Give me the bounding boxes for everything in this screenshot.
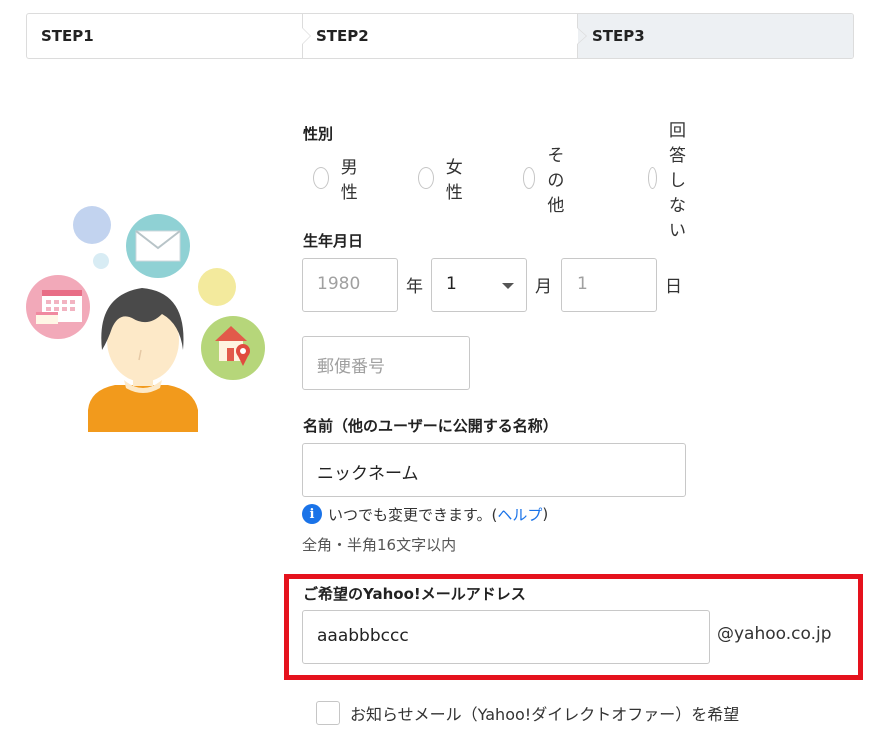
gender-option-female[interactable]: 女性 bbox=[418, 158, 469, 203]
gender-option-label: 回答しない bbox=[669, 120, 687, 241]
email-address-value: aaabbbccc bbox=[317, 626, 409, 646]
step-divider-chevron bbox=[577, 14, 589, 58]
gender-option-label: 男性 bbox=[340, 158, 358, 203]
step-1: STEP1 bbox=[41, 27, 94, 45]
gender-option-male[interactable]: 男性 bbox=[313, 158, 364, 203]
gender-option-label: 女性 bbox=[445, 158, 463, 203]
nickname-label: 名前（他のユーザーに公開する名称） bbox=[303, 417, 558, 435]
mail-icon bbox=[126, 214, 190, 278]
year-unit: 年 bbox=[406, 277, 423, 297]
month-unit: 月 bbox=[535, 277, 552, 297]
house-location-icon bbox=[201, 316, 265, 380]
day-unit: 日 bbox=[665, 277, 682, 297]
person-avatar bbox=[88, 288, 198, 432]
birth-year-input[interactable]: 1980 bbox=[302, 258, 398, 312]
info-text-close: ) bbox=[542, 505, 549, 523]
gender-option-label: その他 bbox=[547, 145, 565, 216]
email-label: ご希望のYahoo!メールアドレス bbox=[303, 585, 526, 603]
step-3-current: STEP3 bbox=[578, 14, 853, 58]
help-link[interactable]: ヘルプ bbox=[497, 504, 542, 525]
radio-button[interactable] bbox=[523, 167, 536, 189]
nickname-length-note: 全角・半角16文字以内 bbox=[302, 536, 457, 554]
newsletter-label: お知らせメール（Yahoo!ダイレクトオファー）を希望 bbox=[350, 705, 740, 724]
step-divider-chevron bbox=[302, 14, 314, 58]
birth-year-placeholder: 1980 bbox=[317, 274, 361, 294]
email-domain: @yahoo.co.jp bbox=[717, 624, 832, 644]
nickname-info: i いつでも変更できます。( ヘルプ ) bbox=[302, 503, 548, 525]
info-icon: i bbox=[302, 504, 322, 524]
newsletter-option[interactable]: お知らせメール（Yahoo!ダイレクトオファー）を希望 bbox=[316, 700, 739, 726]
gender-option-other[interactable]: その他 bbox=[523, 146, 574, 216]
gender-label: 性別 bbox=[303, 125, 334, 143]
step-2: STEP2 bbox=[316, 27, 369, 45]
info-text: いつでも変更できます。( bbox=[328, 505, 498, 524]
radio-button[interactable] bbox=[648, 167, 658, 189]
birth-month-value: 1 bbox=[446, 274, 457, 294]
calendar-icon bbox=[26, 275, 90, 339]
nickname-value: ニックネーム bbox=[317, 464, 419, 484]
profile-illustration bbox=[20, 200, 280, 432]
gender-option-no-answer[interactable]: 回答しない bbox=[648, 121, 699, 241]
birthdate-label: 生年月日 bbox=[303, 232, 364, 250]
email-address-input[interactable]: aaabbbccc bbox=[302, 610, 710, 664]
birth-day-input[interactable]: 1 bbox=[561, 258, 657, 312]
postal-code-input[interactable]: 郵便番号 bbox=[302, 336, 470, 390]
postal-code-placeholder: 郵便番号 bbox=[317, 357, 385, 377]
step-progress-bar: STEP1 STEP2 STEP3 bbox=[26, 13, 854, 59]
nickname-input[interactable]: ニックネーム bbox=[302, 443, 686, 497]
newsletter-checkbox[interactable] bbox=[316, 701, 340, 725]
chevron-down-icon bbox=[502, 283, 514, 289]
birth-month-select[interactable]: 1 bbox=[431, 258, 527, 312]
radio-button[interactable] bbox=[313, 167, 329, 189]
radio-button[interactable] bbox=[418, 167, 434, 189]
birth-day-placeholder: 1 bbox=[577, 274, 588, 294]
